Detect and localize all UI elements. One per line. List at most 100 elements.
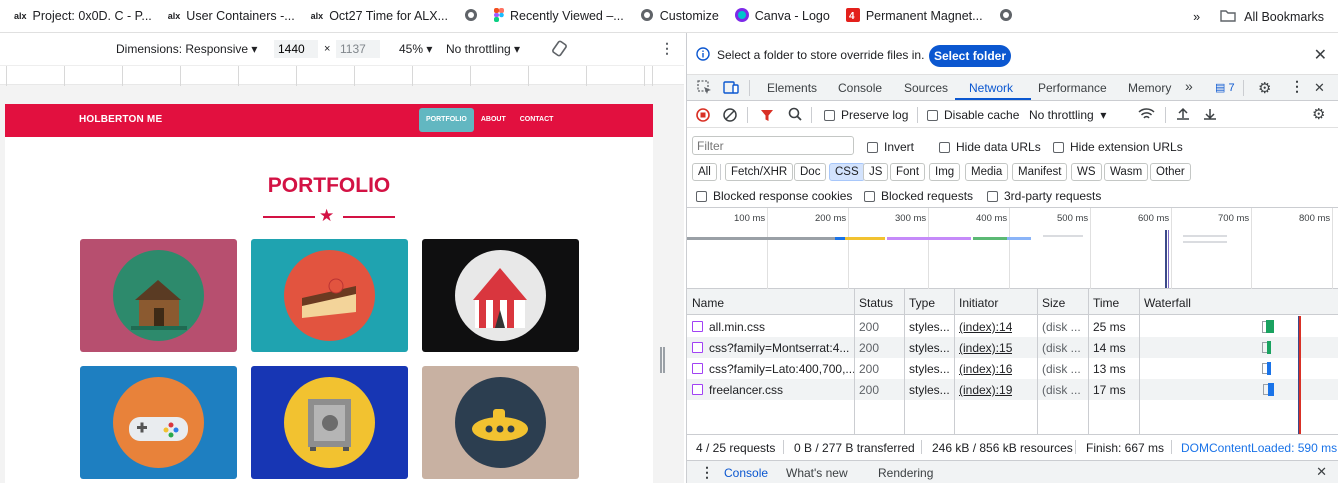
filter-other[interactable]: Other [1150,163,1191,181]
network-settings-gear-icon[interactable]: ⚙ [1312,105,1325,123]
col-waterfall[interactable]: Waterfall [1144,296,1191,310]
portfolio-card-cabin[interactable] [80,239,237,352]
hide-data-urls-checkbox[interactable]: Hide data URLs [939,140,1041,154]
bookmark-5[interactable]: Recently Viewed –... [494,7,624,25]
zoom-dropdown[interactable]: 45% ▾ [399,42,432,56]
network-conditions-icon[interactable] [1138,107,1155,124]
filter-input[interactable] [692,136,854,155]
col-size[interactable]: Size [1042,296,1065,310]
tab-network[interactable]: Network [969,81,1013,95]
filter-wasm[interactable]: Wasm [1104,163,1149,181]
bookmark-7[interactable]: Canva - Logo [734,7,830,25]
request-initiator[interactable]: (index):15 [959,341,1012,355]
hide-extension-urls-checkbox[interactable]: Hide extension URLs [1053,140,1183,154]
filter-font[interactable]: Font [890,163,926,181]
close-devtools-icon[interactable]: ✕ [1314,80,1325,96]
disable-cache-checkbox[interactable]: Disable cache [927,108,1019,122]
tab-sources[interactable]: Sources [904,81,948,95]
site-brand[interactable]: HOLBERTON ME [79,114,162,125]
bookmark-8[interactable]: 4 Permanent Magnet... [845,7,983,25]
record-stop-icon[interactable] [696,108,710,125]
col-type[interactable]: Type [909,296,935,310]
bookmark-6[interactable]: Customize [640,8,719,25]
clear-icon[interactable] [723,108,737,125]
resize-handle[interactable] [660,347,665,373]
tab-console[interactable]: Console [838,81,882,95]
width-input[interactable] [274,40,318,58]
close-drawer-icon[interactable]: ✕ [1316,464,1327,480]
filter-media[interactable]: Media [965,163,1009,181]
height-input[interactable] [336,40,380,58]
portfolio-card-safe[interactable] [251,366,408,479]
bookmark-2[interactable]: alx User Containers -... [168,9,295,23]
filter-all[interactable]: All [692,163,717,181]
network-overview-timeline[interactable]: 100 ms 200 ms 300 ms 400 ms 500 ms 600 m… [687,207,1338,290]
portfolio-card-submarine[interactable] [422,366,579,479]
blocked-response-cookies-checkbox[interactable]: Blocked response cookies [696,189,852,203]
table-row[interactable]: css?family=Montserrat:4... 200 styles...… [687,337,1338,358]
request-initiator[interactable]: (index):19 [959,383,1012,397]
all-bookmarks-button[interactable]: All Bookmarks [1220,9,1324,25]
tab-elements[interactable]: Elements [767,81,817,95]
inspect-element-icon[interactable] [697,80,712,98]
bookmark-3[interactable]: alx Oct27 Time for ALX... [311,9,448,23]
col-name[interactable]: Name [692,296,724,310]
drawer-tab-whats-new[interactable]: What's new [786,466,848,480]
device-toolbar-icon[interactable] [723,80,739,98]
filter-fetch-xhr[interactable]: Fetch/XHR [725,163,794,181]
blocked-requests-checkbox[interactable]: Blocked requests [864,189,973,203]
more-tabs-icon[interactable]: » [1185,78,1193,94]
nav-portfolio[interactable]: PORTFOLIO [419,108,474,132]
col-status[interactable]: Status [859,296,893,310]
export-har-icon[interactable] [1203,107,1217,124]
col-initiator[interactable]: Initiator [959,296,998,310]
network-throttling-dropdown[interactable]: No throttling ▾ [1029,108,1106,122]
request-initiator[interactable]: (index):16 [959,362,1012,376]
alx-icon: alx [14,11,27,21]
nav-contact[interactable]: CONTACT [513,108,561,132]
more-options-icon[interactable]: ⋮ [660,40,674,57]
portfolio-card-game[interactable] [80,366,237,479]
table-row[interactable]: all.min.css 200 styles... (index):14 (di… [687,316,1338,337]
close-icon[interactable]: ✕ [1314,45,1327,65]
third-party-requests-checkbox[interactable]: 3rd-party requests [987,189,1101,203]
tab-memory[interactable]: Memory [1128,81,1171,95]
filter-funnel-icon[interactable] [760,108,774,125]
invert-checkbox[interactable]: Invert [867,140,914,154]
settings-gear-icon[interactable]: ⚙ [1258,79,1271,97]
bookmark-4[interactable] [464,8,478,25]
portfolio-card-circus[interactable] [422,239,579,352]
checkbox-box [864,191,875,202]
drawer-tab-rendering[interactable]: Rendering [878,466,933,480]
filter-img[interactable]: Img [929,163,961,181]
tab-performance[interactable]: Performance [1038,81,1107,95]
issues-badge[interactable]: ▤ 7 [1215,81,1235,94]
tick-label: 600 ms [1138,213,1170,224]
rotate-icon[interactable] [551,40,568,60]
throttling-dropdown[interactable]: No throttling ▾ [446,42,520,56]
filter-ws[interactable]: WS [1071,163,1102,181]
table-row[interactable]: css?family=Lato:400,700,... 200 styles..… [687,358,1338,379]
customize-menu-icon[interactable]: ⋮ [1290,78,1304,95]
filter-css[interactable]: CSS [829,163,865,181]
import-har-icon[interactable] [1176,107,1190,124]
nav-about[interactable]: ABOUT [474,108,513,132]
folder-icon [1220,9,1236,25]
filter-js[interactable]: JS [863,163,889,181]
drawer-menu-icon[interactable]: ⋮ [700,464,714,481]
filter-doc[interactable]: Doc [794,163,827,181]
bookmark-1[interactable]: alx Project: 0x0D. C - P... [14,9,152,23]
website-viewport: HOLBERTON ME PORTFOLIO ABOUT CONTACT POR… [5,104,653,483]
request-initiator[interactable]: (index):14 [959,320,1012,334]
dimensions-dropdown[interactable]: Dimensions: Responsive ▾ [116,42,257,56]
col-time[interactable]: Time [1093,296,1119,310]
bookmarks-overflow-button[interactable]: » [1193,10,1200,24]
portfolio-card-cake[interactable] [251,239,408,352]
drawer-tab-console[interactable]: Console [724,466,768,480]
preserve-log-checkbox[interactable]: Preserve log [824,108,908,122]
select-folder-button[interactable]: Select folder [929,45,1012,67]
table-row[interactable]: freelancer.css 200 styles... (index):19 … [687,379,1338,400]
search-icon[interactable] [788,107,802,124]
bookmark-9[interactable] [999,8,1013,25]
filter-manifest[interactable]: Manifest [1012,163,1068,181]
